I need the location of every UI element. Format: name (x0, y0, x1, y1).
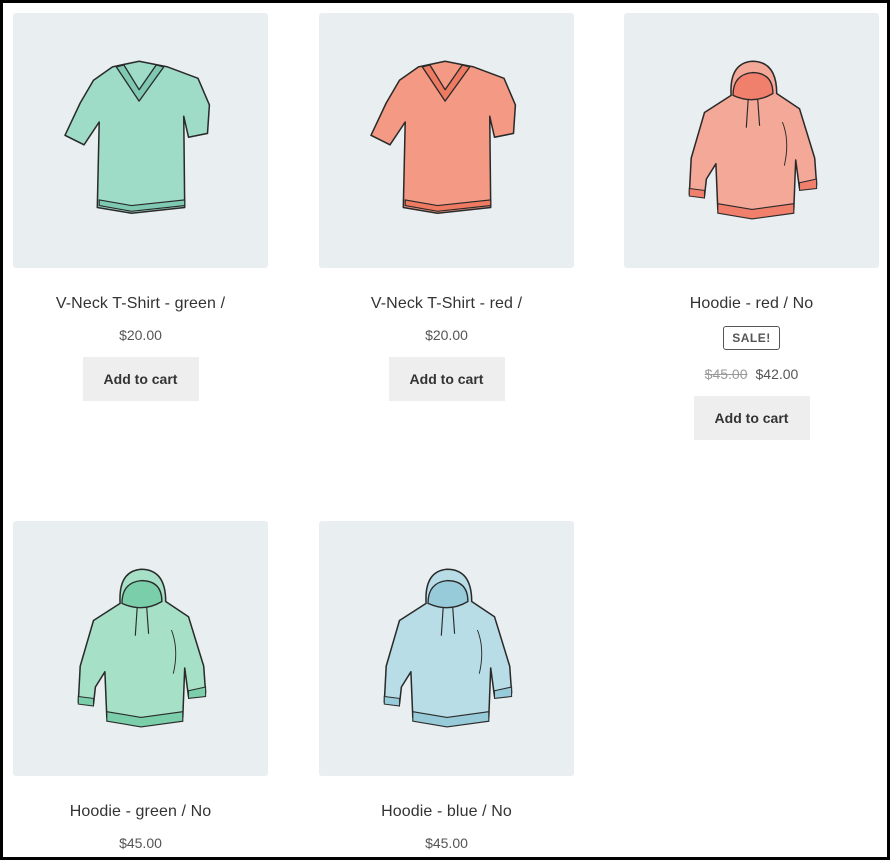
tshirt-illustration-icon (352, 46, 542, 236)
product-grid: V-Neck T-Shirt - green / $20.00 Add to c… (0, 0, 890, 860)
product-title[interactable]: V-Neck T-Shirt - red / (319, 294, 574, 314)
current-price: $45.00 (119, 835, 162, 851)
add-to-cart-button[interactable]: Add to cart (693, 396, 810, 440)
current-price: $45.00 (425, 835, 468, 851)
add-to-cart-button[interactable]: Add to cart (388, 357, 505, 401)
product-price: $20.00 (319, 326, 574, 344)
add-to-cart-button[interactable]: Add to cart (82, 357, 199, 401)
product-image[interactable] (319, 13, 574, 268)
product-title[interactable]: Hoodie - red / No (624, 294, 879, 314)
product-price: $45.00 (13, 834, 268, 852)
hoodie-illustration-icon (46, 554, 236, 744)
product-title[interactable]: V-Neck T-Shirt - green / (13, 294, 268, 314)
product-title[interactable]: Hoodie - green / No (13, 802, 268, 822)
original-price: $45.00 (704, 366, 748, 382)
product-card: V-Neck T-Shirt - red / $20.00 Add to car… (319, 13, 574, 401)
product-price: $20.00 (13, 326, 268, 344)
product-card: Hoodie - green / No $45.00 (13, 521, 268, 852)
product-card: V-Neck T-Shirt - green / $20.00 Add to c… (13, 13, 268, 401)
product-price: $45.00 (319, 834, 574, 852)
product-card: Hoodie - red / No SALE! $45.00 $42.00 Add… (624, 13, 879, 440)
product-image[interactable] (13, 13, 268, 268)
product-title[interactable]: Hoodie - blue / No (319, 802, 574, 822)
product-image[interactable] (13, 521, 268, 776)
sale-badge: SALE! (723, 326, 780, 350)
tshirt-illustration-icon (46, 46, 236, 236)
product-image[interactable] (319, 521, 574, 776)
current-price: $20.00 (119, 327, 162, 343)
hoodie-illustration-icon (352, 554, 542, 744)
current-price: $42.00 (755, 366, 799, 382)
product-card: Hoodie - blue / No $45.00 (319, 521, 574, 852)
hoodie-illustration-icon (657, 46, 847, 236)
product-price: $45.00 $42.00 (624, 365, 879, 383)
product-image[interactable] (624, 13, 879, 268)
current-price: $20.00 (425, 327, 468, 343)
